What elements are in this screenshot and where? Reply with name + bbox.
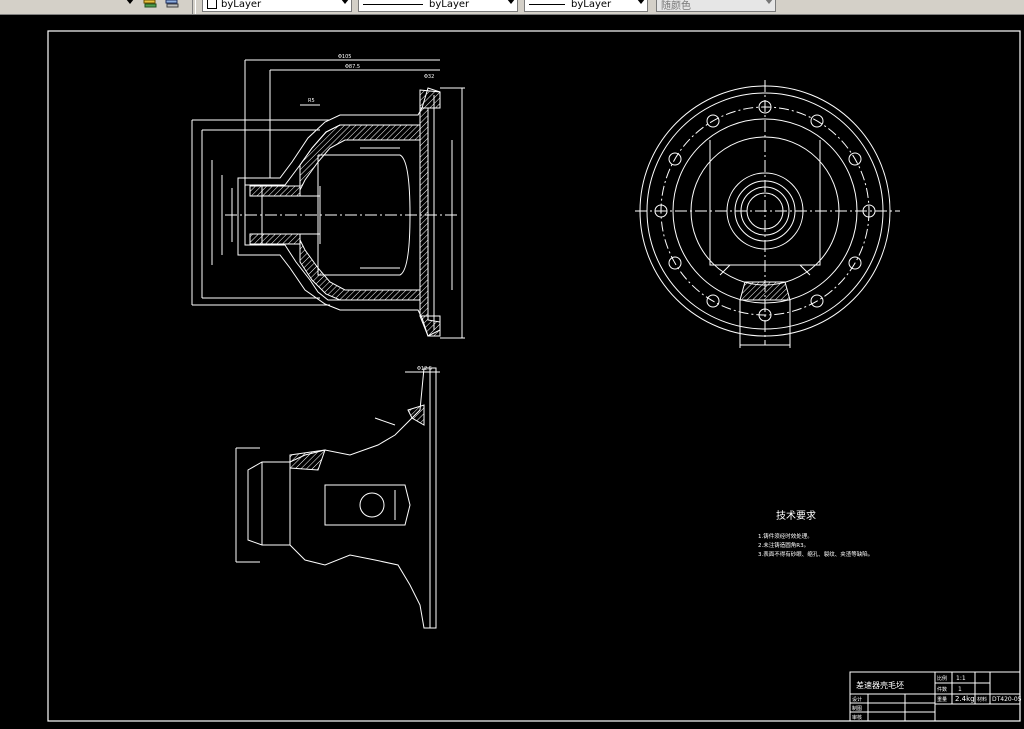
hatch-region-hub-bottom bbox=[249, 233, 301, 245]
slot-window bbox=[324, 484, 411, 526]
linetype-dropdown-value: byLayer bbox=[429, 0, 470, 10]
layer-stack-icon bbox=[143, 0, 157, 8]
tech-requirements-title: 技术要求 bbox=[776, 509, 816, 522]
title-count-value: 1 bbox=[958, 686, 962, 693]
title-checker-label: 审核 bbox=[852, 714, 862, 721]
linetype-preview bbox=[363, 3, 423, 5]
chevron-down-icon bbox=[341, 0, 349, 4]
plotstyle-dropdown[interactable]: 随颜色 bbox=[656, 0, 776, 12]
tech-note-3: 3.表面不得有砂眼、缩孔、裂纹、夹渣等缺陷。 bbox=[758, 550, 873, 558]
layer-dropdown-arrow-icon[interactable] bbox=[126, 0, 134, 4]
dim-text-top-right: Φ32 bbox=[424, 74, 434, 80]
hatch-region-flange bbox=[419, 89, 441, 337]
chevron-down-icon bbox=[637, 0, 645, 4]
title-scale-value: 1:1 bbox=[956, 675, 966, 682]
title-scale-label: 比例 bbox=[937, 675, 947, 682]
title-part-name: 差速器壳毛坯 bbox=[856, 680, 904, 690]
leader bbox=[374, 417, 396, 426]
tech-note-1: 1.铸件须经时效处理。 bbox=[758, 532, 813, 540]
lineweight-dropdown[interactable]: byLayer bbox=[524, 0, 648, 12]
end-view-circular bbox=[635, 80, 900, 348]
title-material-label: 材料 bbox=[977, 696, 987, 703]
pin-hole bbox=[359, 492, 385, 518]
title-weight-label: 重量 bbox=[937, 696, 947, 703]
linetype-dropdown[interactable]: byLayer bbox=[358, 0, 518, 12]
drawing-border bbox=[47, 30, 1021, 722]
dim-text-left-small: R5 bbox=[308, 98, 315, 104]
title-drafter-label: 制图 bbox=[852, 705, 862, 712]
title-weight-value: 2.4kg bbox=[955, 695, 975, 703]
drawing-canvas[interactable]: Φ105 Φ87.5 Φ32 R5 Φ12.5 技术要求 1.铸件须经时效处理。… bbox=[0, 15, 1024, 729]
hatch-region-side bbox=[289, 449, 326, 471]
section-view-top-left bbox=[191, 59, 465, 339]
lineweight-dropdown-value: byLayer bbox=[571, 0, 612, 10]
title-count-label: 件数 bbox=[937, 686, 947, 693]
title-drawing-number: DT420-05 bbox=[992, 696, 1022, 703]
color-dropdown[interactable]: byLayer bbox=[202, 0, 352, 12]
color-dropdown-value: byLayer bbox=[221, 0, 262, 10]
plotstyle-dropdown-value: 随颜色 bbox=[661, 0, 691, 12]
title-designer-label: 设计 bbox=[852, 696, 862, 703]
dim-text-top-inner: Φ87.5 bbox=[345, 64, 360, 70]
color-swatch-icon bbox=[207, 0, 217, 9]
layer-previous-icon[interactable] bbox=[164, 0, 180, 12]
toolbar-separator bbox=[192, 0, 196, 14]
lineweight-preview bbox=[529, 3, 565, 5]
dim-text-top-overall: Φ105 bbox=[338, 54, 351, 60]
chevron-down-icon bbox=[765, 0, 773, 4]
hatch-region-side-flange bbox=[407, 404, 425, 426]
hatch-region-hub-top bbox=[249, 185, 301, 197]
layer-stack-blue-icon bbox=[165, 0, 179, 8]
properties-toolbar: byLayer byLayer byLayer 随颜色 bbox=[0, 0, 1024, 15]
tech-note-2: 2.未注铸造圆角R3。 bbox=[758, 541, 809, 549]
chevron-down-icon bbox=[507, 0, 515, 4]
side-view-bottom bbox=[235, 367, 440, 629]
layer-states-icon[interactable] bbox=[142, 0, 158, 12]
dim-text-side-top: Φ12.5 bbox=[417, 366, 432, 372]
